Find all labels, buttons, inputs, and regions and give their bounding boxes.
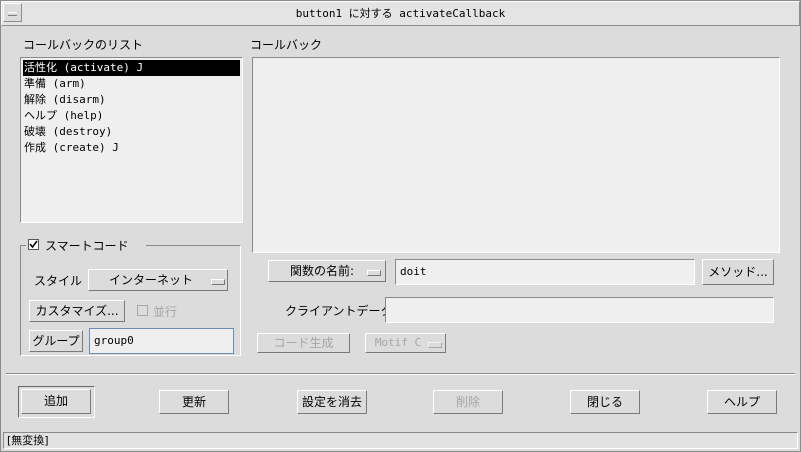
methods-button[interactable]: メソッド... <box>702 259 774 285</box>
list-item[interactable]: 活性化 (activate) J <box>23 60 240 76</box>
option-indicator-icon <box>428 342 442 348</box>
code-gen-button[interactable]: コード生成 <box>257 333 350 353</box>
client-data-field[interactable] <box>385 297 774 323</box>
smart-code-header: スマートコード <box>26 237 146 253</box>
callback-list[interactable]: 活性化 (activate) J 準備 (arm) 解除 (disarm) ヘル… <box>20 57 243 223</box>
style-label: スタイル <box>34 274 83 288</box>
group-button[interactable]: グループ <box>29 330 83 352</box>
group-field[interactable]: group0 <box>89 328 234 354</box>
callback-list-label: コールバックのリスト <box>23 38 144 52</box>
option-indicator-icon <box>211 279 225 285</box>
style-option-menu[interactable]: インターネット <box>88 269 228 291</box>
window-menu-icon[interactable] <box>3 3 22 22</box>
list-item[interactable]: 解除 (disarm) <box>23 92 240 108</box>
list-item[interactable]: ヘルプ (help) <box>23 108 240 124</box>
parallel-checkbox[interactable] <box>137 305 148 316</box>
title-bar[interactable]: button1 に対する activateCallback <box>1 1 800 26</box>
callback-label: コールバック <box>250 38 323 52</box>
function-name-option-label: 関数の名前: <box>289 264 355 278</box>
smart-code-label: スマートコード <box>45 239 129 253</box>
callback-text-area[interactable] <box>252 57 780 253</box>
option-indicator-icon <box>367 270 381 276</box>
close-button[interactable]: 閉じる <box>570 390 640 414</box>
clear-button[interactable]: 設定を消去 <box>297 390 367 414</box>
list-item[interactable]: 準備 (arm) <box>23 76 240 92</box>
code-gen-language-value: Motif C <box>374 336 422 349</box>
delete-button[interactable]: 削除 <box>433 390 503 414</box>
function-name-option-menu[interactable]: 関数の名前: <box>268 260 386 282</box>
parallel-label: 並行 <box>153 305 178 319</box>
check-icon <box>29 240 38 249</box>
window-title: button1 に対する activateCallback <box>295 7 506 20</box>
list-item[interactable]: 破壊 (destroy) <box>23 124 240 140</box>
update-button[interactable]: 更新 <box>159 390 229 414</box>
code-gen-language-option[interactable]: Motif C <box>365 333 446 353</box>
style-option-value: インターネット <box>108 273 193 287</box>
help-button[interactable]: ヘルプ <box>707 390 777 414</box>
input-method-status: [無変換] <box>3 432 798 449</box>
function-name-field[interactable]: doit <box>395 259 695 285</box>
smart-code-checkbox[interactable] <box>28 239 39 250</box>
add-button[interactable]: 追加 <box>21 389 91 414</box>
customize-button[interactable]: カスタマイズ... <box>29 300 125 322</box>
list-item[interactable]: 作成 (create) J <box>23 140 240 156</box>
separator <box>6 373 795 375</box>
client-data-label: クライアントデータ: <box>285 304 397 318</box>
